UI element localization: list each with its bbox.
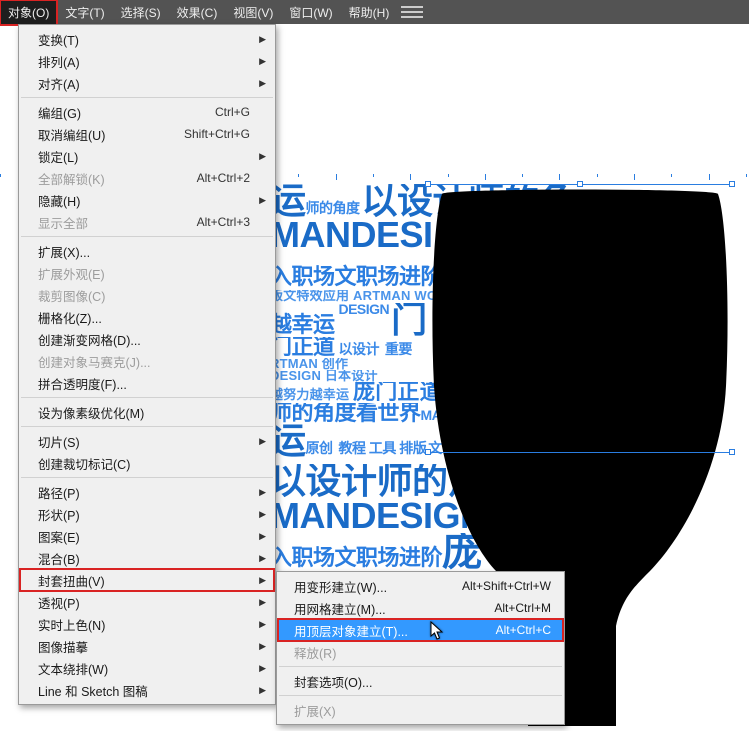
menubar: 对象(O) 文字(T) 选择(S) 效果(C) 视图(V) 窗口(W) 帮助(H… [0,0,749,24]
object-mosaic-item: 创建对象马赛克(J)... [20,350,274,372]
hide-item[interactable]: 隐藏(H) [20,189,274,211]
menu-separator [279,695,562,696]
select-menu[interactable]: 选择(S) [113,0,169,25]
rasterize-item[interactable]: 栅格化(Z)... [20,306,274,328]
menu-separator [21,426,273,427]
view-menu[interactable]: 视图(V) [225,0,281,25]
align-item[interactable]: 对齐(A) [20,72,274,94]
transform-item[interactable]: 变换(T) [20,28,274,50]
menu-separator [21,236,273,237]
arrange-item[interactable]: 排列(A) [20,50,274,72]
perspective-item[interactable]: 透视(P) [20,591,274,613]
make-with-mesh-item[interactable]: 用网格建立(M)...Alt+Ctrl+M [278,597,563,619]
art-text: 入职场文职场进阶 [270,264,442,289]
slice-item[interactable]: 切片(S) [20,430,274,452]
blend-item[interactable]: 混合(B) [20,547,274,569]
expand-item[interactable]: 扩展(X)... [20,240,274,262]
ungroup-item[interactable]: 取消编组(U)Shift+Ctrl+G [20,123,274,145]
shape-item[interactable]: 形状(P) [20,503,274,525]
trim-marks-item[interactable]: 创建裁切标记(C) [20,452,274,474]
help-menu[interactable]: 帮助(H) [341,0,398,25]
pattern-item[interactable]: 图案(E) [20,525,274,547]
text-wrap-item[interactable]: 文本绕排(W) [20,657,274,679]
group-item[interactable]: 编组(G)Ctrl+G [20,101,274,123]
pixel-perfect-item[interactable]: 设为像素级优化(M) [20,401,274,423]
envelope-options-item[interactable]: 封套选项(O)... [278,670,563,692]
panel-icon[interactable] [401,4,423,20]
expand-appearance-item: 扩展外观(E) [20,262,274,284]
effect-menu[interactable]: 效果(C) [169,0,226,25]
menu-separator [21,477,273,478]
release-item: 释放(R) [278,641,563,663]
window-menu[interactable]: 窗口(W) [281,0,340,25]
object-menu[interactable]: 对象(O) [0,0,57,25]
path-item[interactable]: 路径(P) [20,481,274,503]
unlock-all-item: 全部解锁(K)Alt+Ctrl+2 [20,167,274,189]
show-all-item: 显示全部Alt+Ctrl+3 [20,211,274,233]
menu-separator [21,397,273,398]
flatten-transparency-item[interactable]: 拼合透明度(F)... [20,372,274,394]
art-text: 越幸运 [270,312,335,337]
art-text: 门正道 [270,337,335,358]
crop-image-item: 裁剪图像(C) [20,284,274,306]
expand-envelope-item: 扩展(X) [278,699,563,721]
image-trace-item[interactable]: 图像描摹 [20,635,274,657]
lock-item[interactable]: 锁定(L) [20,145,274,167]
object-dropdown: 变换(T) 排列(A) 对齐(A) 编组(G)Ctrl+G 取消编组(U)Shi… [18,24,276,705]
make-with-warp-item[interactable]: 用变形建立(W)...Alt+Shift+Ctrl+W [278,575,563,597]
menu-separator [21,97,273,98]
gradient-mesh-item[interactable]: 创建渐变网格(D)... [20,328,274,350]
type-menu[interactable]: 文字(T) [57,0,112,25]
make-with-top-object-item[interactable]: 用顶层对象建立(T)...Alt+Ctrl+C [278,619,563,641]
menu-separator [279,666,562,667]
live-paint-item[interactable]: 实时上色(N) [20,613,274,635]
envelope-distort-item[interactable]: 封套扭曲(V) [20,569,274,591]
envelope-distort-submenu: 用变形建立(W)...Alt+Shift+Ctrl+W 用网格建立(M)...A… [276,571,565,725]
mouse-cursor-icon [430,621,444,641]
line-sketch-item[interactable]: Line 和 Sketch 图稿 [20,679,274,701]
